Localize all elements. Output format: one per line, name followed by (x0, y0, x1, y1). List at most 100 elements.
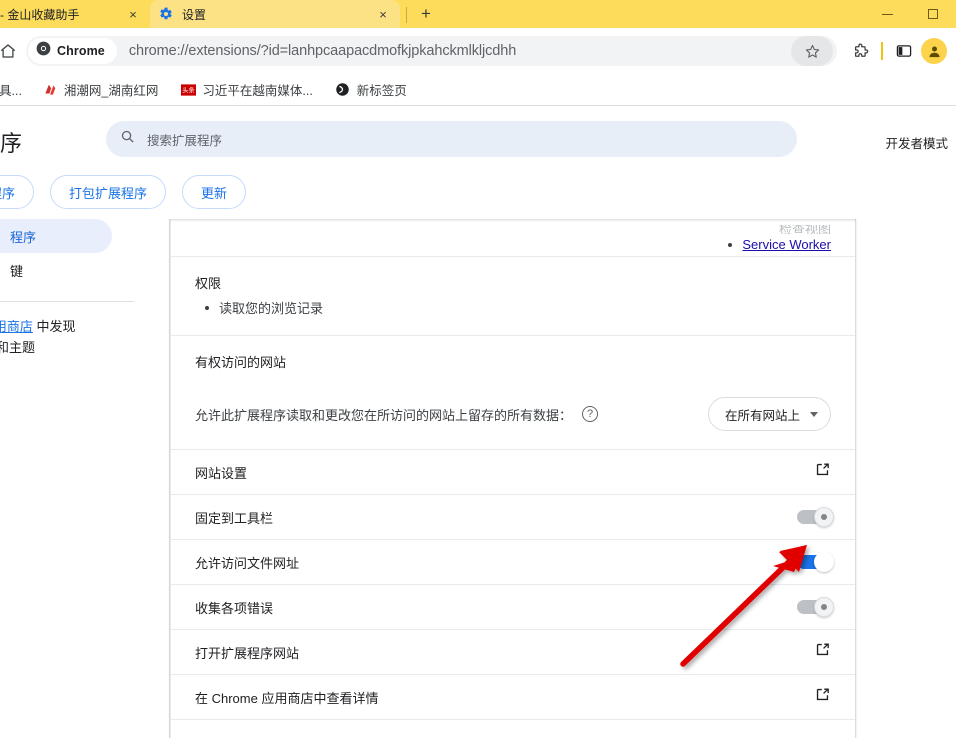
tab-separator (406, 7, 407, 23)
external-link-icon[interactable] (814, 686, 831, 708)
external-link-icon[interactable] (814, 461, 831, 483)
developer-mode-label: 开发者模式 (885, 137, 948, 151)
permission-label: 读取您的浏览记录 (219, 301, 324, 316)
red-badge-icon: 头条 (180, 82, 196, 98)
bookmark-item[interactable]: 新标签页 (328, 77, 414, 102)
help-icon[interactable]: ? (582, 406, 599, 422)
chrome-logo-icon (36, 41, 51, 61)
bookmark-item[interactable]: 具... (0, 77, 29, 102)
tab-title: - 金山收藏助手 (0, 7, 80, 22)
maximize-button[interactable] (910, 0, 956, 28)
site-access-select[interactable]: 在所有网站上 (707, 397, 831, 431)
search-input[interactable]: 搜索扩展程序 (106, 121, 797, 157)
profile-avatar-icon[interactable] (921, 38, 947, 64)
extensions-sidebar: 程序 键 e 应用商店 中发现 程序和主题 (0, 219, 170, 738)
tab-close-icon[interactable]: × (124, 5, 142, 23)
permissions-section: 权限 读取您的浏览记录 (171, 257, 855, 336)
bookmark-label: 具... (0, 84, 22, 98)
page-title: 程序 (0, 131, 23, 156)
extensions-action-buttons: 扩展程序 打包扩展程序 更新 (0, 175, 247, 209)
inspect-views-section: 检查视图 Service Worker (171, 219, 855, 257)
site-access-section: 有权访问的网站 允许此扩展程序读取和更改您在所访问的网站上留存的所有数据： ? … (171, 336, 855, 450)
bookmarks-bar: 具... 湘潮网_湖南红网 头条 习近平在越南媒体... 新标签页 (0, 74, 956, 106)
side-panel-icon[interactable] (887, 34, 921, 68)
row-label: 固定到工具栏 (195, 510, 274, 526)
permissions-title: 权限 (195, 276, 222, 291)
extensions-header: 程序 搜索扩展程序 开发者模式 扩展程序 打包扩展程序 更新 (0, 107, 956, 219)
toolbar-divider (881, 42, 883, 60)
address-bar-url[interactable]: chrome://extensions/?id=lanhpcaapacdmofk… (129, 43, 791, 59)
minimize-button[interactable] (864, 0, 910, 28)
row-label: 在 Chrome 应用商店中查看详情 (195, 690, 379, 706)
row-pin-to-toolbar[interactable]: 固定到工具栏 (171, 495, 855, 540)
row-collect-errors[interactable]: 收集各项错误 (171, 585, 855, 630)
inspect-views-title: 检查视图 (778, 225, 831, 234)
bullet-icon (205, 305, 209, 310)
webstore-promo-line2: 程序和主题 (0, 340, 36, 356)
tab-jinshan-collector[interactable]: - 金山收藏助手 × (0, 0, 150, 28)
sidebar-item-my-extensions[interactable]: 程序 (0, 219, 112, 253)
update-button[interactable]: 更新 (182, 175, 247, 209)
row-label: 允许访问文件网址 (195, 555, 300, 571)
omnibox[interactable]: Chrome chrome://extensions/?id=lanhpcaap… (26, 36, 837, 66)
home-icon[interactable] (0, 42, 22, 60)
tab-strip: - 金山收藏助手 × 设置 × + (0, 0, 956, 28)
chrome-source-chip: Chrome (28, 38, 117, 64)
chrome-chip-label: Chrome (57, 44, 105, 58)
site-access-title: 有权访问的网站 (195, 355, 287, 370)
browser-window: - 金山收藏助手 × 设置 × + Chrome chrome://extens… (0, 0, 956, 738)
site-access-value: 在所有网站上 (724, 408, 800, 423)
tab-close-icon[interactable]: × (374, 5, 392, 23)
extension-detail-card: 检查视图 Service Worker 权限 读取您的浏览记录 有权访问的网站 … (170, 219, 856, 738)
collect-errors-toggle[interactable] (797, 597, 834, 617)
browser-toolbar: Chrome chrome://extensions/?id=lanhpcaap… (0, 28, 956, 74)
bookmark-label: 新标签页 (356, 84, 407, 98)
row-site-settings[interactable]: 网站设置 (171, 450, 855, 495)
sidebar-item-label: 程序 (10, 229, 37, 245)
search-icon (120, 129, 135, 149)
toggle-knob (814, 552, 834, 572)
url-text: chrome://extensions/?id=lanhpcaapacdmofk… (128, 43, 517, 59)
allow-file-urls-toggle[interactable] (797, 552, 834, 572)
row-view-in-webstore[interactable]: 在 Chrome 应用商店中查看详情 (171, 675, 855, 720)
row-label: 网站设置 (195, 465, 248, 481)
bookmark-label: 习近平在越南媒体... (202, 84, 313, 98)
red-logo-icon (42, 82, 58, 98)
bookmark-item[interactable]: 头条 习近平在越南媒体... (173, 77, 319, 102)
toggle-knob (814, 507, 834, 527)
permission-item: 读取您的浏览记录 (195, 298, 831, 317)
promo-tail: 中发现 (32, 319, 76, 334)
card-top-shadow (170, 219, 856, 222)
external-link-icon[interactable] (814, 641, 831, 663)
webstore-promo-line1: e 应用商店 中发现 (0, 316, 130, 337)
gear-icon (158, 6, 174, 22)
sidebar-item-label: 键 (10, 263, 24, 279)
site-access-description: 允许此扩展程序读取和更改您在所访问的网站上留存的所有数据： (195, 407, 573, 423)
extensions-puzzle-icon[interactable] (843, 34, 877, 68)
sidebar-item-keyboard-shortcuts[interactable]: 键 (0, 253, 169, 287)
load-unpacked-button[interactable]: 扩展程序 (0, 175, 35, 209)
webstore-promo: e 应用商店 中发现 程序和主题 (0, 316, 130, 358)
bookmark-item[interactable]: 湘潮网_湖南红网 (35, 77, 165, 102)
window-controls (864, 0, 956, 28)
extensions-page: 程序 搜索扩展程序 开发者模式 扩展程序 打包扩展程序 更新 程序 (0, 107, 956, 738)
service-worker-item: Service Worker (718, 237, 831, 252)
row-label: 打开扩展程序网站 (195, 645, 300, 661)
row-allow-file-urls[interactable]: 允许访问文件网址 (171, 540, 855, 585)
globe-icon (335, 82, 351, 98)
bookmark-label: 湘潮网_湖南红网 (63, 84, 159, 98)
webstore-link[interactable]: e 应用商店 (0, 319, 33, 334)
bookmark-star-icon[interactable] (791, 36, 833, 66)
toggle-knob (814, 597, 834, 617)
new-tab-button[interactable]: + (413, 1, 439, 27)
tab-settings[interactable]: 设置 × (150, 0, 400, 28)
pin-to-toolbar-toggle[interactable] (797, 507, 834, 527)
pack-extension-button[interactable]: 打包扩展程序 (50, 175, 167, 209)
row-open-extension-site[interactable]: 打开扩展程序网站 (171, 630, 855, 675)
tab-title: 设置 (182, 7, 207, 22)
source-section: 来源 (171, 720, 855, 738)
site-access-row: 允许此扩展程序读取和更改您在所访问的网站上留存的所有数据： ? 在所有网站上 (195, 397, 831, 431)
service-worker-link[interactable]: Service Worker (742, 237, 831, 252)
search-placeholder: 搜索扩展程序 (147, 133, 223, 148)
sidebar-divider (0, 301, 134, 302)
